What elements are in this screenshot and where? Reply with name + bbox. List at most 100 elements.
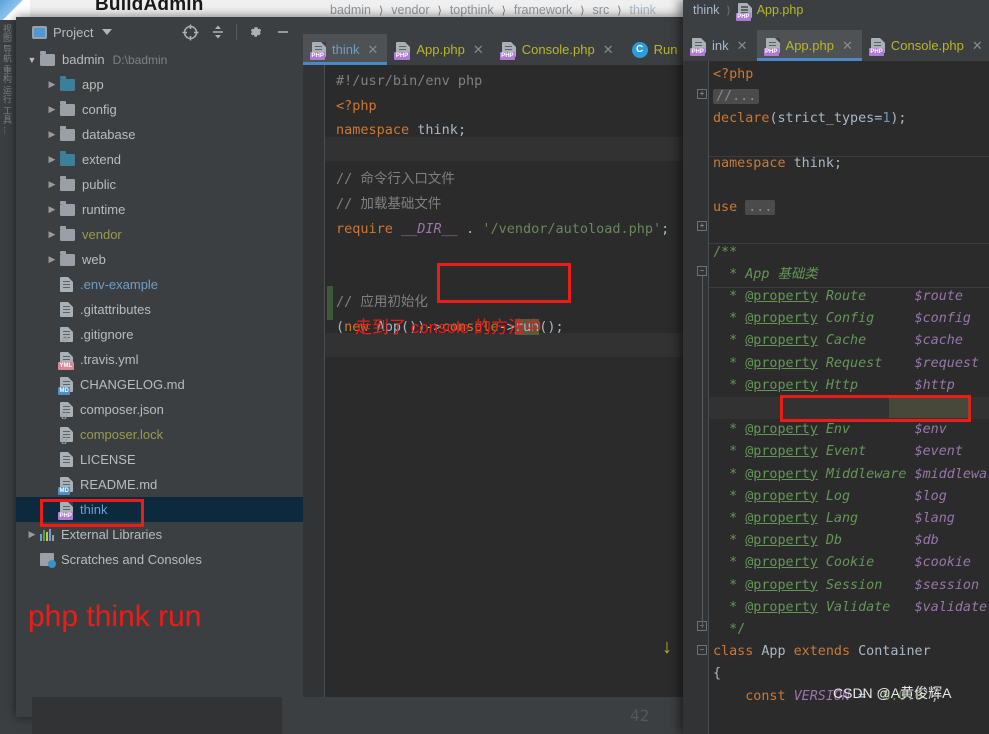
- class-icon: C: [632, 42, 648, 58]
- annotation-text-console: 走到了 console 的方法中: [355, 313, 542, 338]
- chevron-right-icon[interactable]: ▶: [44, 204, 60, 215]
- tab-label: Run: [654, 42, 678, 57]
- collapse-all-icon[interactable]: [204, 18, 232, 46]
- editor-gutter-right[interactable]: [683, 61, 709, 734]
- code-editor-middle[interactable]: #!/usr/bin/env php <?php namespace think…: [303, 65, 683, 697]
- breadcrumb-item[interactable]: src: [593, 3, 610, 17]
- file-icon: [60, 302, 73, 317]
- tree-item-runtime[interactable]: ▶runtime: [16, 197, 303, 222]
- editor-gutter[interactable]: [303, 65, 325, 697]
- markdown-file-icon: MD: [60, 477, 73, 492]
- tree-item-badmin[interactable]: ▼badminD:\badmin: [16, 47, 303, 72]
- folder-icon: [40, 54, 55, 66]
- tab-label: Console.php: [522, 42, 595, 57]
- fold-collapse-icon[interactable]: −: [697, 645, 707, 655]
- chevron-down-icon[interactable]: [102, 29, 112, 35]
- editor-tab-app-php[interactable]: PHPApp.php✕: [757, 30, 862, 61]
- chevron-right-icon[interactable]: ▶: [44, 104, 60, 115]
- markdown-file-icon: MD: [60, 377, 73, 392]
- editor-tab-ink[interactable]: PHPink✕: [683, 30, 757, 61]
- caret-line-highlight-right: [709, 397, 989, 419]
- file-icon: YML: [60, 352, 73, 367]
- tree-item-vendor[interactable]: ▶vendor: [16, 222, 303, 247]
- file-icon: ⊘: [60, 327, 73, 342]
- tree-item-web[interactable]: ▶web: [16, 247, 303, 272]
- close-icon[interactable]: ✕: [737, 38, 748, 54]
- toolbar-divider: [236, 24, 237, 40]
- breadcrumb-item[interactable]: badmin: [330, 3, 371, 17]
- folder-icon: [60, 104, 75, 116]
- close-icon[interactable]: ✕: [473, 42, 484, 58]
- tree-item-scratches-and-consoles[interactable]: Scratches and Consoles: [16, 547, 303, 572]
- tree-item-composer-lock[interactable]: {}composer.lock: [16, 422, 303, 447]
- editor-tab-run[interactable]: CRun✕: [623, 34, 683, 65]
- editor-tab-bar[interactable]: PHPthink✕PHPApp.php✕ PHP Console.php ✕ C Run ✕: [303, 34, 683, 65]
- breadcrumb-item[interactable]: topthink: [450, 3, 494, 17]
- chevron-right-icon[interactable]: ▶: [24, 529, 40, 540]
- breadcrumb-sep-icon: ⟩: [726, 4, 730, 17]
- secondary-editor-window: think ⟩ PHP App.php PHPink✕PHPApp.php✕PH…: [683, 0, 989, 734]
- tree-item-label: database: [82, 127, 136, 142]
- fold-expand-icon[interactable]: +: [697, 221, 707, 231]
- php-file-icon: PHP: [60, 502, 73, 517]
- close-icon[interactable]: ✕: [972, 38, 983, 54]
- breadcrumb-item[interactable]: think: [630, 3, 656, 17]
- php-file-icon: PHP: [312, 42, 326, 57]
- tree-item-config[interactable]: ▶config: [16, 97, 303, 122]
- tree-item-database[interactable]: ▶ database: [16, 122, 303, 147]
- editor-tab-think[interactable]: PHPthink✕: [303, 34, 387, 65]
- tree-item-label: CHANGELOG.md: [80, 377, 185, 392]
- chevron-right-icon[interactable]: ▶: [44, 254, 60, 265]
- tree-item-label: .gitignore: [80, 327, 133, 342]
- tab-label: ink: [712, 38, 729, 53]
- chevron-right-icon[interactable]: ▶: [44, 154, 60, 165]
- breadcrumb-item[interactable]: vendor: [391, 3, 429, 17]
- code-editor-right[interactable]: <?php //... declare(strict_types=1); nam…: [683, 61, 989, 734]
- editor-tab-bar-right[interactable]: PHPink✕PHPApp.php✕PHPConsole.php✕C✕: [683, 30, 989, 61]
- tool-window-stripe: 视图 导航 重构 运行 工具 ...: [0, 20, 12, 734]
- tree-item-readme-md[interactable]: MDREADME.md: [16, 472, 303, 497]
- chevron-right-icon[interactable]: ▶: [44, 129, 60, 140]
- scratches-icon: [40, 553, 54, 566]
- editor-tab-console-php[interactable]: PHP Console.php ✕: [493, 34, 623, 65]
- tree-item--travis-yml[interactable]: YML .travis.yml: [16, 347, 303, 372]
- breadcrumb-item[interactable]: App.php: [757, 3, 804, 17]
- breadcrumb-item[interactable]: framework: [514, 3, 572, 17]
- chevron-right-icon[interactable]: ▶: [44, 229, 60, 240]
- close-icon[interactable]: ✕: [367, 42, 378, 58]
- tree-item-label: External Libraries: [61, 527, 162, 542]
- tree-item-label: .travis.yml: [80, 352, 139, 367]
- breadcrumb-item[interactable]: think: [693, 3, 719, 17]
- editor-tab-console-php[interactable]: PHPConsole.php✕: [862, 30, 989, 61]
- minimize-icon[interactable]: [269, 18, 297, 46]
- fold-collapse-icon[interactable]: −: [697, 266, 707, 276]
- chevron-right-icon[interactable]: ▶: [44, 179, 60, 190]
- editor-code-content: #!/usr/bin/env php <?php namespace think…: [336, 69, 669, 340]
- chevron-down-icon[interactable]: ▼: [24, 55, 40, 65]
- tree-item-think[interactable]: PHPthink: [16, 497, 303, 522]
- tree-item-public[interactable]: ▶public: [16, 172, 303, 197]
- php-file-icon: PHP: [502, 42, 516, 57]
- tree-item--gitignore[interactable]: ⊘ .gitignore: [16, 322, 303, 347]
- tree-item-composer-json[interactable]: {}composer.json: [16, 397, 303, 422]
- tree-item-extend[interactable]: ▶extend: [16, 147, 303, 172]
- tree-item-license[interactable]: LICENSE: [16, 447, 303, 472]
- close-icon[interactable]: ✕: [842, 38, 853, 54]
- editor-tab-app-php[interactable]: PHPApp.php✕: [387, 34, 492, 65]
- settings-gear-icon[interactable]: [241, 18, 269, 46]
- close-icon[interactable]: ✕: [603, 42, 614, 58]
- tree-item--gitattributes[interactable]: .gitattributes: [16, 297, 303, 322]
- code-separator: [709, 156, 989, 157]
- locate-icon[interactable]: [176, 18, 204, 46]
- tree-item-changelog-md[interactable]: MD CHANGELOG.md: [16, 372, 303, 397]
- php-file-icon: PHP: [871, 38, 885, 53]
- chevron-right-icon[interactable]: ▶: [44, 79, 60, 90]
- stripe-label: 视图 导航 重构 运行 工具 ...: [0, 24, 12, 134]
- watermark-text: CSDN @A黄俊辉A: [833, 683, 951, 703]
- tree-item--env-example[interactable]: .env-example: [16, 272, 303, 297]
- fold-expand-icon[interactable]: +: [697, 89, 707, 99]
- tree-item-app[interactable]: ▶app: [16, 72, 303, 97]
- breadcrumb-sep-icon: ⟩: [438, 4, 442, 17]
- tree-item-external-libraries[interactable]: ▶ External Libraries: [16, 522, 303, 547]
- annotation-text-think-run: php think run: [28, 600, 201, 634]
